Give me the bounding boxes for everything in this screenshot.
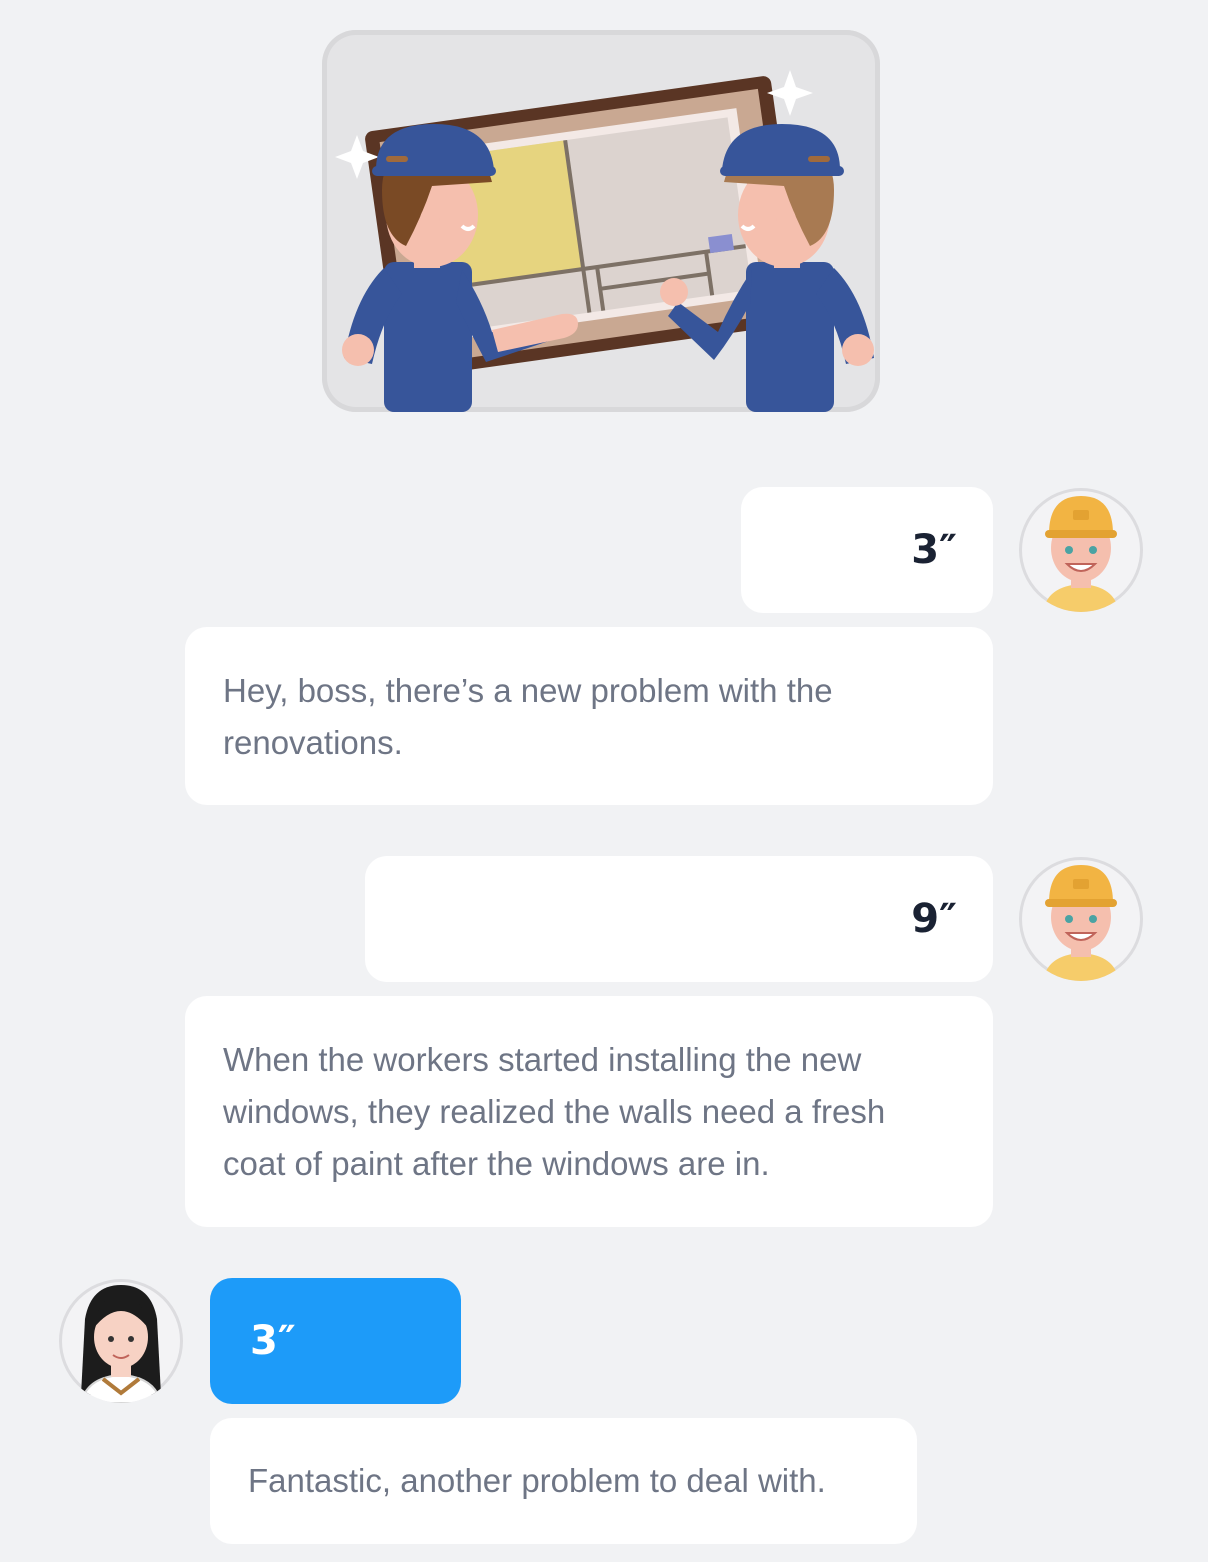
message-text: Hey, boss, there’s a new problem with th… [223, 672, 833, 761]
boss-avatar [59, 1279, 183, 1403]
message-text-3: Fantastic, another problem to deal with. [210, 1418, 917, 1544]
message-text-2: When the workers started installing the … [185, 996, 993, 1227]
message-text: Fantastic, another problem to deal with. [248, 1462, 826, 1499]
audio-message-2[interactable]: 9″ [365, 856, 993, 982]
worker-avatar [1019, 857, 1143, 981]
audio-message-1[interactable]: 3″ [741, 487, 993, 613]
audio-duration: 3″ [250, 1318, 296, 1364]
message-text-1: Hey, boss, there’s a new problem with th… [185, 627, 993, 805]
message-text: When the workers started installing the … [223, 1041, 886, 1182]
audio-duration: 3″ [911, 527, 957, 573]
audio-message-3[interactable]: 3″ [210, 1278, 461, 1404]
workers-installing-window-illustration [322, 30, 880, 412]
worker-avatar [1019, 488, 1143, 612]
audio-duration: 9″ [911, 896, 957, 942]
